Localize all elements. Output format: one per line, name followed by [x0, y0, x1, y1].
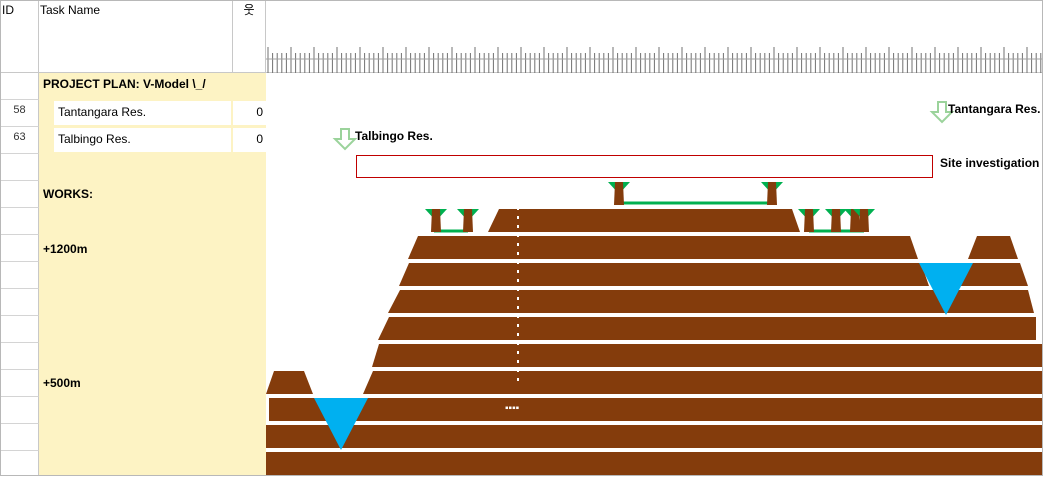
task-id	[1, 235, 39, 262]
timescale-header[interactable]	[266, 1, 1042, 73]
site-investigation-label: Site investigation	[940, 156, 1040, 170]
task-id	[1, 181, 39, 208]
column-header-task-name[interactable]: Task Name	[39, 1, 233, 73]
task-row[interactable]: 58 Tantangara Res. 0	[1, 100, 266, 127]
task-row[interactable]	[1, 289, 266, 316]
task-name: WORKS:	[43, 187, 93, 201]
task-id	[1, 424, 39, 451]
site-investigation-bar[interactable]	[356, 155, 933, 178]
task-row[interactable]	[1, 451, 266, 475]
column-header-resource-icon[interactable]: 웃	[233, 1, 266, 73]
column-header-id[interactable]: ID	[1, 1, 39, 73]
task-id	[1, 316, 39, 343]
task-row[interactable]: +500m	[1, 370, 266, 397]
task-row[interactable]	[1, 154, 266, 181]
earth-layer-right-knob	[968, 236, 1018, 259]
earth-layer-4	[378, 317, 1036, 340]
task-id	[1, 262, 39, 289]
task-row[interactable]	[1, 316, 266, 343]
task-id	[1, 73, 39, 100]
task-id	[1, 451, 39, 475]
tree-icon	[798, 209, 820, 232]
tree-icon	[425, 209, 447, 232]
task-id	[1, 289, 39, 316]
task-id: 58	[1, 100, 39, 127]
task-id	[1, 154, 39, 181]
task-id	[1, 397, 39, 424]
tree-icon	[825, 209, 847, 232]
earth-layer-9	[266, 452, 1042, 475]
task-id	[1, 370, 39, 397]
earth-layer-top-plateau	[488, 209, 800, 232]
milestone-label-tantangara: Tantangara Res.	[948, 102, 1041, 116]
task-row[interactable]: 63 Talbingo Res. 0	[1, 127, 266, 154]
tree-icon	[457, 209, 479, 232]
task-row[interactable]	[1, 343, 266, 370]
task-row[interactable]	[1, 397, 266, 424]
task-name: +500m	[43, 376, 81, 390]
earth-layer-1	[408, 236, 918, 259]
task-grid: ID Task Name 웃 PROJECT PLAN: V-Model \_/…	[1, 1, 266, 475]
terrain	[266, 209, 1042, 475]
task-name: Talbingo Res.	[58, 132, 131, 146]
earth-layer-6	[363, 371, 1042, 394]
earth-layer-7	[269, 398, 1042, 421]
earth-layer-8	[266, 425, 1042, 448]
milestone-label-talbingo: Talbingo Res.	[355, 129, 433, 143]
task-id	[1, 208, 39, 235]
task-id: 63	[1, 127, 39, 154]
task-row[interactable]	[1, 424, 266, 451]
task-name: Tantangara Res.	[58, 105, 147, 119]
task-percent: 0	[233, 101, 266, 125]
task-row[interactable]	[1, 262, 266, 289]
earth-layer-5	[372, 344, 1042, 367]
gantt-window: ID Task Name 웃 PROJECT PLAN: V-Model \_/…	[0, 0, 1043, 476]
task-percent: 0	[233, 128, 266, 152]
task-row[interactable]: WORKS:	[1, 181, 266, 208]
task-name: +1200m	[43, 242, 88, 256]
task-row[interactable]: +1200m	[1, 235, 266, 262]
task-name: PROJECT PLAN: V-Model \_/	[43, 77, 206, 91]
earth-layer-left-knob	[266, 371, 313, 394]
task-row[interactable]	[1, 208, 266, 235]
down-arrow-milestone-icon[interactable]	[332, 128, 358, 151]
task-id	[1, 343, 39, 370]
task-row[interactable]: PROJECT PLAN: V-Model \_/	[1, 73, 266, 100]
gantt-chart[interactable]: ▪▪▪▪ Talbingo Res. Tantangara Res. Site …	[266, 1, 1042, 475]
earth-layer-2-left	[399, 263, 929, 286]
timescale-ticks	[266, 47, 1042, 73]
gantt-body: ▪▪▪▪ Talbingo Res. Tantangara Res. Site …	[266, 73, 1042, 475]
marker-dots: ▪▪▪▪	[505, 403, 520, 414]
